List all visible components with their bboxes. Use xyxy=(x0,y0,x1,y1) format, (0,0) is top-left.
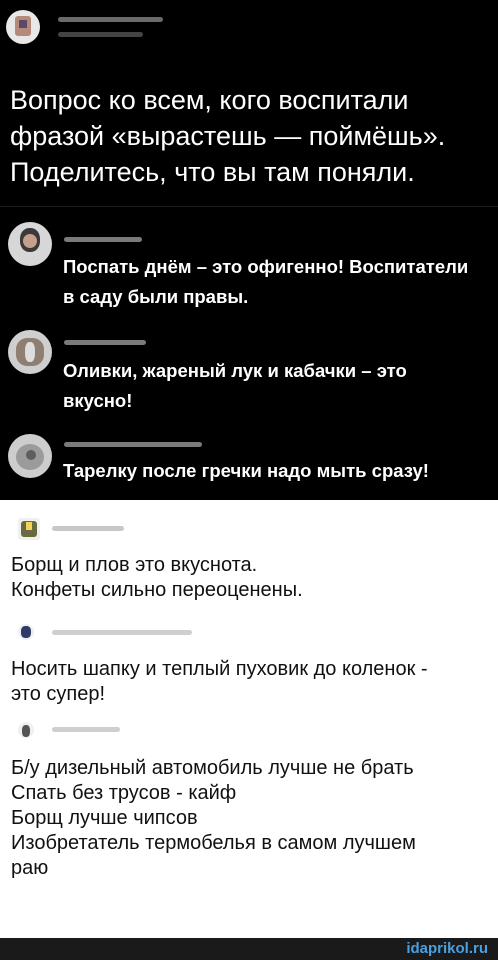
comment-author-name-blurred[interactable] xyxy=(52,630,192,635)
comment-avatar[interactable] xyxy=(18,624,34,640)
comment-text: Б/у дизельный автомобиль лучше не брать … xyxy=(11,757,416,879)
comment-text: Поспать днём – это офигенно! Воспитатели… xyxy=(63,256,469,307)
comment-author-name-blurred[interactable] xyxy=(64,442,202,447)
watermark: idaprikol.ru xyxy=(406,940,488,957)
comment-avatar[interactable] xyxy=(18,518,40,540)
divider xyxy=(0,206,498,207)
comment-text: Тарелку после гречки надо мыть сразу! xyxy=(63,460,429,481)
comment-avatar[interactable] xyxy=(8,330,52,374)
comment-author-name-blurred[interactable] xyxy=(64,237,142,242)
comment-avatar[interactable] xyxy=(8,222,52,266)
comment-text: Борщ и плов это вкуснота. Конфеты сильно… xyxy=(11,554,303,601)
comment-avatar[interactable] xyxy=(8,434,52,478)
comment-author-name-blurred[interactable] xyxy=(52,526,124,531)
comment-avatar[interactable] xyxy=(18,722,34,738)
watermark-bar: idaprikol.ru xyxy=(0,938,498,960)
post-author-name-blurred[interactable] xyxy=(58,17,163,22)
post-author-avatar[interactable] xyxy=(6,10,40,44)
post-text: Вопрос ко всем, кого воспитали фразой «в… xyxy=(10,85,446,187)
comment-author-name-blurred[interactable] xyxy=(64,340,146,345)
comment-text: Носить шапку и теплый пуховик до коленок… xyxy=(11,658,428,705)
comment-text: Оливки, жареный лук и кабачки – это вкус… xyxy=(63,360,407,411)
light-section: Борщ и плов это вкуснота. Конфеты сильно… xyxy=(0,500,498,938)
comment-author-name-blurred[interactable] xyxy=(52,727,120,732)
dark-section: Вопрос ко всем, кого воспитали фразой «в… xyxy=(0,0,498,500)
post-timestamp-blurred xyxy=(58,32,143,37)
